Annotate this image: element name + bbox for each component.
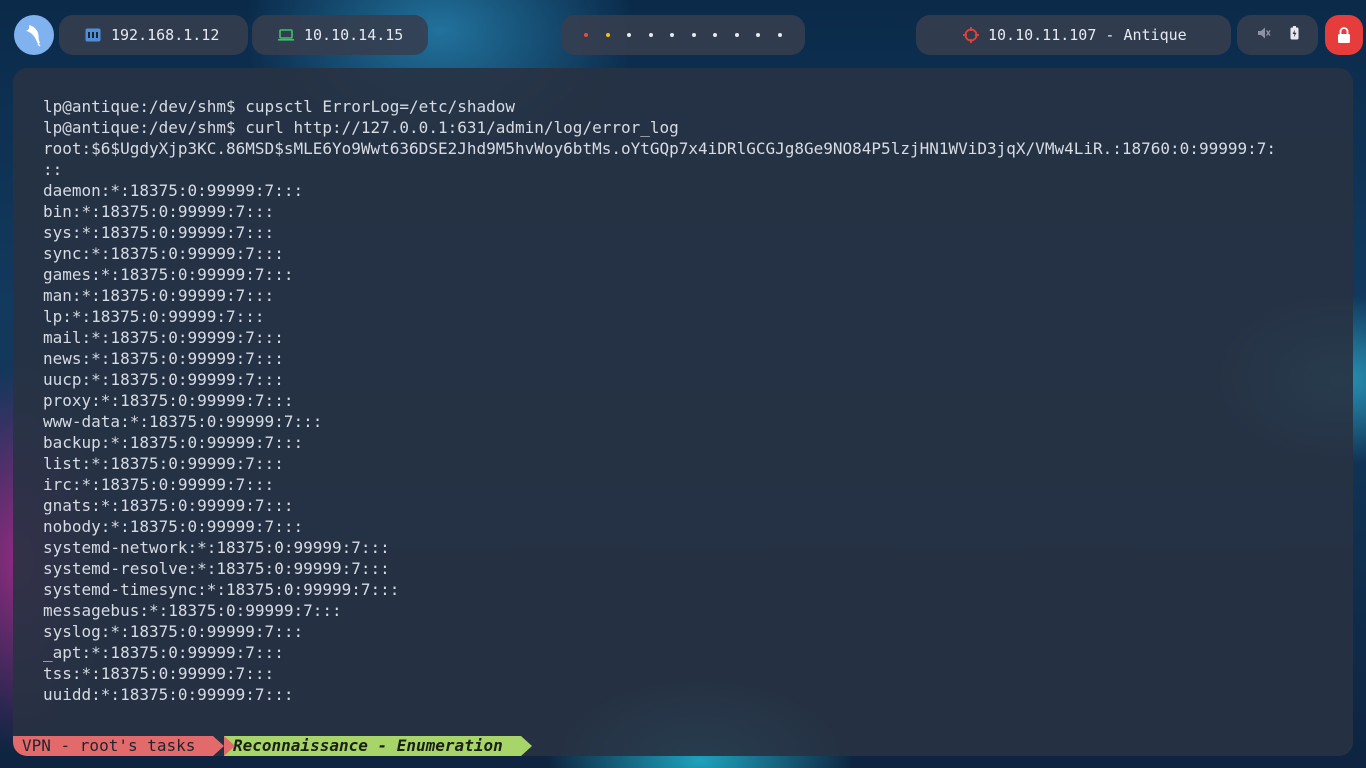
terminal-line: www-data:*:18375:0:99999:7::: (43, 412, 323, 431)
terminal-line: sys:*:18375:0:99999:7::: (43, 223, 275, 242)
terminal-line: tss:*:18375:0:99999:7::: (43, 664, 275, 683)
terminal-line: games:*:18375:0:99999:7::: (43, 265, 294, 284)
terminal-line: sync:*:18375:0:99999:7::: (43, 244, 284, 263)
crosshair-icon (963, 27, 979, 47)
tmux-status-line: VPN - root's tasks Reconnaissance - Enum… (13, 736, 1353, 756)
terminal-line: lp@antique:/dev/shm$ curl http://127.0.0… (43, 118, 679, 137)
status-segment-task: Reconnaissance - Enumeration (224, 736, 521, 756)
terminal-line: uucp:*:18375:0:99999:7::: (43, 370, 284, 389)
terminal-line: irc:*:18375:0:99999:7::: (43, 475, 275, 494)
terminal-line: bin:*:18375:0:99999:7::: (43, 202, 275, 221)
launcher-button[interactable] (14, 15, 54, 55)
terminal-window[interactable]: lp@antique:/dev/shm$ cupsctl ErrorLog=/e… (13, 68, 1353, 756)
lock-button[interactable] (1325, 15, 1363, 55)
workspace-1[interactable] (584, 33, 589, 37)
terminal-line: man:*:18375:0:99999:7::: (43, 286, 275, 305)
workspace-8[interactable] (734, 33, 739, 37)
terminal-line: systemd-resolve:*:18375:0:99999:7::: (43, 559, 390, 578)
local-ip-label: 192.168.1.12 (111, 26, 220, 44)
status-separator-notch (224, 736, 235, 756)
network-icon (85, 27, 101, 43)
workspace-3[interactable] (627, 33, 632, 37)
terminal-line: messagebus:*:18375:0:99999:7::: (43, 601, 342, 620)
status-separator-arrow-end (521, 736, 532, 756)
top-bar: 192.168.1.12 10.10.14.15 10.10.11.107 - … (0, 0, 1366, 70)
vpn-ip-label: 10.10.14.15 (304, 26, 404, 44)
workspace-2[interactable] (605, 33, 610, 37)
terminal-line: mail:*:18375:0:99999:7::: (43, 328, 284, 347)
terminal-line: systemd-timesync:*:18375:0:99999:7::: (43, 580, 400, 599)
terminal-line: syslog:*:18375:0:99999:7::: (43, 622, 304, 641)
status-segment-vpn: VPN - root's tasks (13, 736, 213, 756)
local-ip-pill[interactable]: 192.168.1.12 (59, 15, 248, 55)
laptop-icon (278, 27, 294, 43)
terminal-line: systemd-network:*:18375:0:99999:7::: (43, 538, 390, 557)
workspace-10[interactable] (777, 33, 782, 37)
terminal-line: nobody:*:18375:0:99999:7::: (43, 517, 304, 536)
terminal-line: news:*:18375:0:99999:7::: (43, 349, 284, 368)
terminal-line: _apt:*:18375:0:99999:7::: (43, 643, 284, 662)
terminal-line: daemon:*:18375:0:99999:7::: (43, 181, 304, 200)
volume-muted-icon[interactable] (1257, 26, 1271, 44)
status-separator-arrow (213, 736, 224, 756)
workspace-9[interactable] (756, 33, 761, 37)
terminal-line: proxy:*:18375:0:99999:7::: (43, 391, 294, 410)
terminal-line: backup:*:18375:0:99999:7::: (43, 433, 304, 452)
lock-icon (1338, 27, 1350, 43)
battery-icon[interactable] (1290, 26, 1299, 44)
terminal-line: uuidd:*:18375:0:99999:7::: (43, 685, 294, 704)
vpn-ip-pill[interactable]: 10.10.14.15 (252, 15, 428, 55)
workspace-6[interactable] (691, 33, 696, 37)
workspace-4[interactable] (648, 33, 653, 37)
workspace-switcher (561, 15, 805, 55)
target-label: 10.10.11.107 - Antique (988, 26, 1187, 44)
system-status-pill (1237, 15, 1318, 55)
target-pill[interactable]: 10.10.11.107 - Antique (916, 15, 1231, 55)
terminal-line: lp@antique:/dev/shm$ cupsctl ErrorLog=/e… (43, 97, 516, 116)
terminal-line: root:$6$UgdyXjp3KC.86MSD$sMLE6Yo9Wwt636D… (43, 139, 1276, 158)
terminal-line: list:*:18375:0:99999:7::: (43, 454, 284, 473)
terminal-line: lp:*:18375:0:99999:7::: (43, 307, 265, 326)
terminal-line: :: (43, 160, 63, 179)
terminal-output: lp@antique:/dev/shm$ cupsctl ErrorLog=/e… (43, 96, 1276, 705)
kali-dragon-icon (26, 25, 41, 47)
workspace-5[interactable] (670, 33, 675, 37)
terminal-line: gnats:*:18375:0:99999:7::: (43, 496, 294, 515)
workspace-7[interactable] (713, 33, 718, 37)
